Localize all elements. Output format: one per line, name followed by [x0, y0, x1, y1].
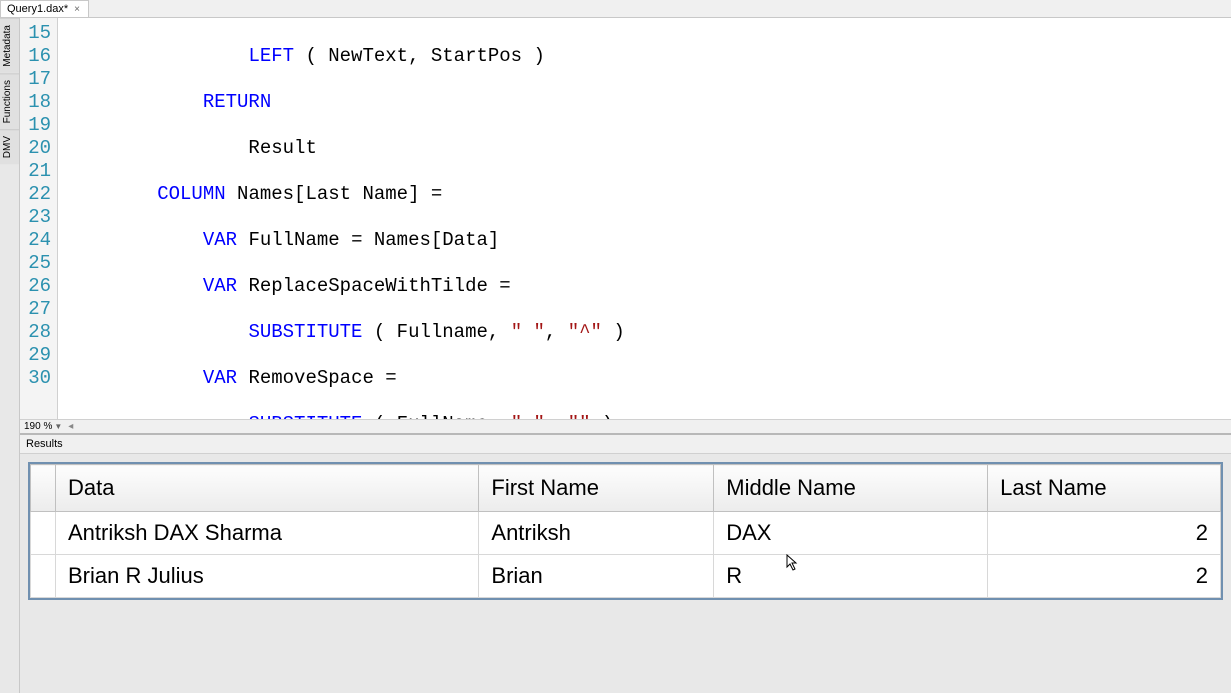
- line-number: 18: [24, 91, 51, 114]
- line-number: 27: [24, 298, 51, 321]
- col-middle-name[interactable]: Middle Name: [714, 465, 988, 512]
- cell-middle: DAX: [714, 512, 988, 555]
- side-tabs: Metadata Functions DMV: [0, 18, 20, 693]
- line-number: 15: [24, 22, 51, 45]
- line-number: 20: [24, 137, 51, 160]
- line-number: 17: [24, 68, 51, 91]
- line-number: 16: [24, 45, 51, 68]
- line-number: 19: [24, 114, 51, 137]
- scroll-left-icon[interactable]: ◂: [68, 421, 73, 432]
- code-body[interactable]: LEFT ( NewText, StartPos ) RETURN Result…: [58, 18, 1231, 419]
- cell-last: 2: [988, 512, 1221, 555]
- main-area: Metadata Functions DMV 15161718192021222…: [0, 18, 1231, 693]
- results-panel: Results Data First Name Middle Name Last…: [20, 433, 1231, 693]
- cell-middle: R: [714, 555, 988, 598]
- results-table: Data First Name Middle Name Last Name An…: [28, 462, 1223, 600]
- row-selector-header[interactable]: [31, 465, 56, 512]
- editor-wrap: 15161718192021222324252627282930 LEFT ( …: [20, 18, 1231, 693]
- line-number: 25: [24, 252, 51, 275]
- tab-bar: Query1.dax* ×: [0, 0, 1231, 18]
- row-selector[interactable]: [31, 555, 56, 598]
- cell-last: 2: [988, 555, 1221, 598]
- table-row[interactable]: Brian R Julius Brian R 2: [31, 555, 1221, 598]
- col-last-name[interactable]: Last Name: [988, 465, 1221, 512]
- results-header[interactable]: Results: [20, 435, 1231, 454]
- close-icon[interactable]: ×: [72, 4, 82, 15]
- line-number: 24: [24, 229, 51, 252]
- line-number: 29: [24, 344, 51, 367]
- line-number: 28: [24, 321, 51, 344]
- file-tab-label: Query1.dax*: [7, 3, 68, 15]
- code-editor[interactable]: 15161718192021222324252627282930 LEFT ( …: [20, 18, 1231, 419]
- cell-first: Antriksh: [479, 512, 714, 555]
- side-tab-dmv[interactable]: DMV: [0, 129, 19, 164]
- line-number: 30: [24, 367, 51, 390]
- side-tab-functions[interactable]: Functions: [0, 73, 19, 129]
- chevron-down-icon[interactable]: ▼: [54, 422, 62, 431]
- table-row[interactable]: Antriksh DAX Sharma Antriksh DAX 2: [31, 512, 1221, 555]
- col-data[interactable]: Data: [56, 465, 479, 512]
- col-first-name[interactable]: First Name: [479, 465, 714, 512]
- line-number: 22: [24, 183, 51, 206]
- line-gutter: 15161718192021222324252627282930: [20, 18, 58, 419]
- file-tab[interactable]: Query1.dax* ×: [0, 0, 89, 17]
- zoom-bar: 190 % ▼ ◂: [20, 419, 1231, 433]
- cell-data: Brian R Julius: [56, 555, 479, 598]
- line-number: 21: [24, 160, 51, 183]
- zoom-level[interactable]: 190 %: [24, 421, 52, 432]
- cell-first: Brian: [479, 555, 714, 598]
- table-header-row: Data First Name Middle Name Last Name: [31, 465, 1221, 512]
- side-tab-metadata[interactable]: Metadata: [0, 18, 19, 73]
- line-number: 23: [24, 206, 51, 229]
- row-selector[interactable]: [31, 512, 56, 555]
- results-body: Data First Name Middle Name Last Name An…: [20, 454, 1231, 693]
- cell-data: Antriksh DAX Sharma: [56, 512, 479, 555]
- line-number: 26: [24, 275, 51, 298]
